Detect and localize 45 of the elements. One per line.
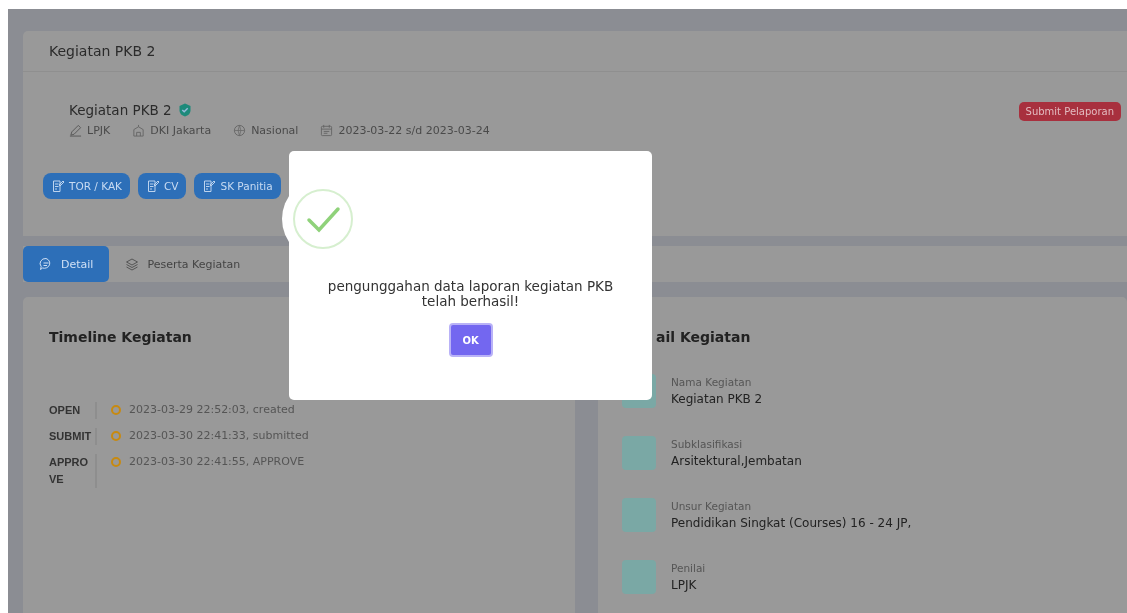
field-icon-tile: [622, 498, 656, 532]
tab[interactable]: Detail: [23, 246, 110, 282]
field-value: Arsitektural,Jembatan: [671, 454, 802, 468]
page-title: Kegiatan PKB 2: [49, 43, 157, 59]
document-button[interactable]: SK Panitia: [194, 173, 281, 199]
document-icon: [145, 179, 160, 193]
meta-text: DKI Jakarta: [150, 124, 212, 137]
activity-name: Kegiatan PKB 2: [69, 102, 172, 118]
timeline-dot: [111, 457, 121, 467]
field-label: Unsur Kegiatan: [671, 500, 753, 512]
field-value: Kegiatan PKB 2: [671, 392, 763, 406]
timeline-text: 2023-03-29 22:52:03, created: [129, 402, 295, 417]
meta-text: Nasional: [251, 124, 299, 137]
meta-text: LPJK: [87, 124, 111, 137]
field-icon-tile: [622, 560, 656, 594]
field-value: LPJK: [671, 578, 698, 592]
meta-text: 2023-03-22 s/d 2023-03-24: [338, 124, 490, 137]
timeline-dot: [111, 431, 121, 441]
layers-icon: [125, 257, 140, 271]
document-icon: [202, 179, 217, 193]
globe-icon: [233, 124, 247, 137]
timeline-status: SUBMIT: [49, 428, 97, 445]
tab[interactable]: Peserta Kegiatan: [109, 246, 257, 282]
document-button[interactable]: CV: [137, 173, 187, 199]
building-icon: [132, 124, 146, 137]
field-value: Pendidikan Singkat (Courses) 16 - 24 JP,: [671, 516, 912, 530]
section-title: ail Kegiatan: [656, 329, 751, 345]
submit-button[interactable]: Submit Pelaporan: [1018, 102, 1121, 121]
timeline-text: 2023-03-30 22:41:33, submitted: [129, 428, 309, 443]
document-icon: [51, 179, 65, 193]
field-label: Subklasifikasi: [671, 438, 744, 450]
field-label: Penilai: [671, 562, 706, 574]
field-icon-tile: [622, 436, 656, 470]
dialog-message: pengunggahan data laporan kegiatan PKB telah berhasil!: [326, 279, 615, 309]
ok-button[interactable]: OK: [448, 323, 493, 357]
document-button[interactable]: TOR / KAK: [43, 173, 130, 199]
timeline-status: APPROVE: [49, 454, 97, 488]
calendar-icon: [320, 124, 334, 137]
section-title: Timeline Kegiatan: [49, 329, 192, 345]
timeline-status: OPEN: [49, 402, 97, 419]
timeline-text: 2023-03-30 22:41:55, APPROVE: [129, 454, 305, 469]
timeline-dot: [111, 405, 121, 415]
chat-icon: [39, 257, 53, 271]
pencil-icon: [69, 124, 82, 137]
field-label: Nama Kegiatan: [671, 376, 753, 388]
